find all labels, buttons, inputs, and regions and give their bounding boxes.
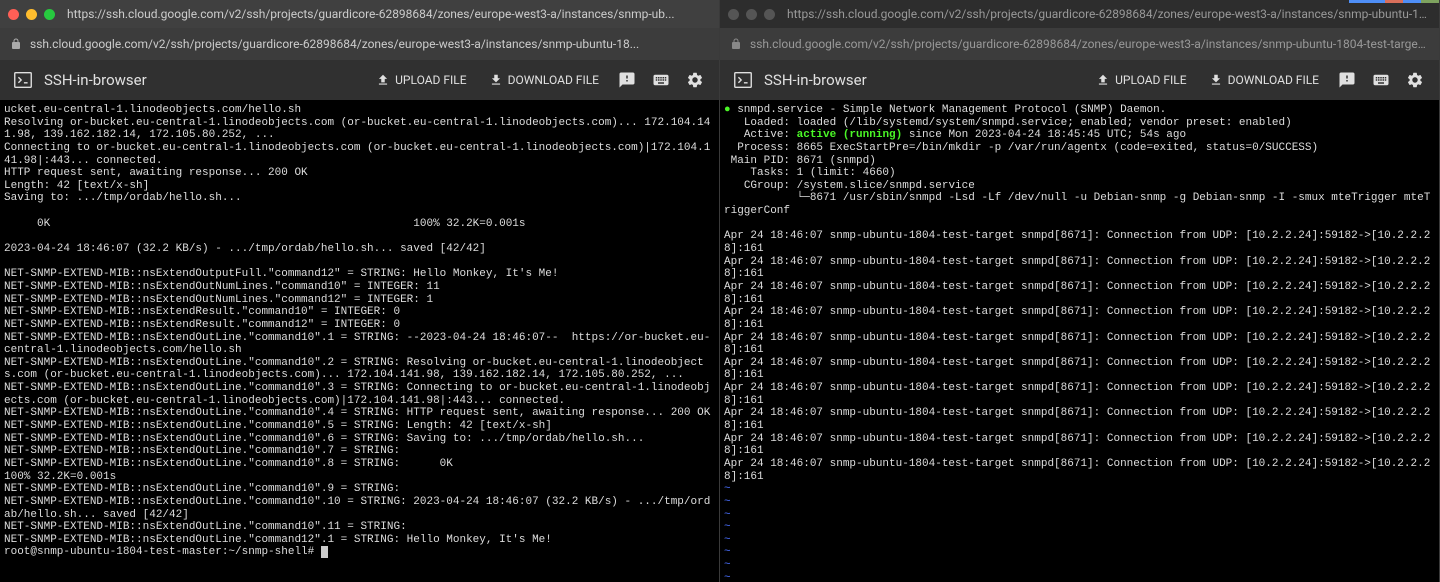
shell-icon	[732, 69, 754, 91]
terminal-output[interactable]: ● snmpd.service - Simple Network Managem…	[720, 100, 1439, 582]
left-pane: https://ssh.cloud.google.com/v2/ssh/proj…	[0, 0, 720, 582]
upload-file-label: UPLOAD FILE	[395, 73, 466, 87]
maximize-window-button[interactable]	[44, 9, 55, 20]
send-feedback-icon[interactable]	[615, 68, 639, 92]
lock-icon	[10, 38, 22, 50]
upload-file-button[interactable]: UPLOAD FILE	[370, 69, 472, 91]
upload-file-button[interactable]: UPLOAD FILE	[1090, 69, 1192, 91]
url-bar: ssh.cloud.google.com/v2/ssh/projects/gua…	[720, 28, 1439, 60]
upload-file-label: UPLOAD FILE	[1115, 73, 1186, 87]
tab-title[interactable]: https://ssh.cloud.google.com/v2/ssh/proj…	[787, 7, 1431, 21]
url-text[interactable]: ssh.cloud.google.com/v2/ssh/projects/gua…	[30, 37, 639, 51]
traffic-lights	[8, 9, 55, 20]
tab-bar: https://ssh.cloud.google.com/v2/ssh/proj…	[720, 0, 1439, 28]
download-file-button[interactable]: DOWNLOAD FILE	[483, 69, 605, 91]
minimize-window-button[interactable]	[26, 9, 37, 20]
tab-title[interactable]: https://ssh.cloud.google.com/v2/ssh/proj…	[67, 7, 711, 21]
right-pane: https://ssh.cloud.google.com/v2/ssh/proj…	[720, 0, 1440, 582]
app-bar: SSH-in-browser UPLOAD FILE DOWNLOAD FILE	[0, 60, 719, 100]
keyboard-icon[interactable]	[1369, 68, 1393, 92]
terminal-output[interactable]: ucket.eu-central-1.linodeobjects.com/hel…	[0, 100, 719, 582]
settings-icon[interactable]	[683, 68, 707, 92]
minimize-window-button[interactable]	[746, 9, 757, 20]
download-file-label: DOWNLOAD FILE	[1228, 73, 1319, 87]
lock-icon	[730, 38, 742, 50]
app-title: SSH-in-browser	[44, 71, 360, 89]
maximize-window-button[interactable]	[764, 9, 775, 20]
download-file-label: DOWNLOAD FILE	[508, 73, 599, 87]
app-title: SSH-in-browser	[764, 71, 1080, 89]
send-feedback-icon[interactable]	[1335, 68, 1359, 92]
settings-icon[interactable]	[1403, 68, 1427, 92]
close-window-button[interactable]	[8, 9, 19, 20]
tab-bar: https://ssh.cloud.google.com/v2/ssh/proj…	[0, 0, 719, 28]
keyboard-icon[interactable]	[649, 68, 673, 92]
download-file-button[interactable]: DOWNLOAD FILE	[1203, 69, 1325, 91]
shell-icon	[12, 69, 34, 91]
app-bar: SSH-in-browser UPLOAD FILE DOWNLOAD FILE	[720, 60, 1439, 100]
url-bar: ssh.cloud.google.com/v2/ssh/projects/gua…	[0, 28, 719, 60]
url-text[interactable]: ssh.cloud.google.com/v2/ssh/projects/gua…	[750, 37, 1429, 51]
browser-accent-tabs	[1349, 0, 1439, 3]
close-window-button[interactable]	[728, 9, 739, 20]
traffic-lights	[728, 9, 775, 20]
